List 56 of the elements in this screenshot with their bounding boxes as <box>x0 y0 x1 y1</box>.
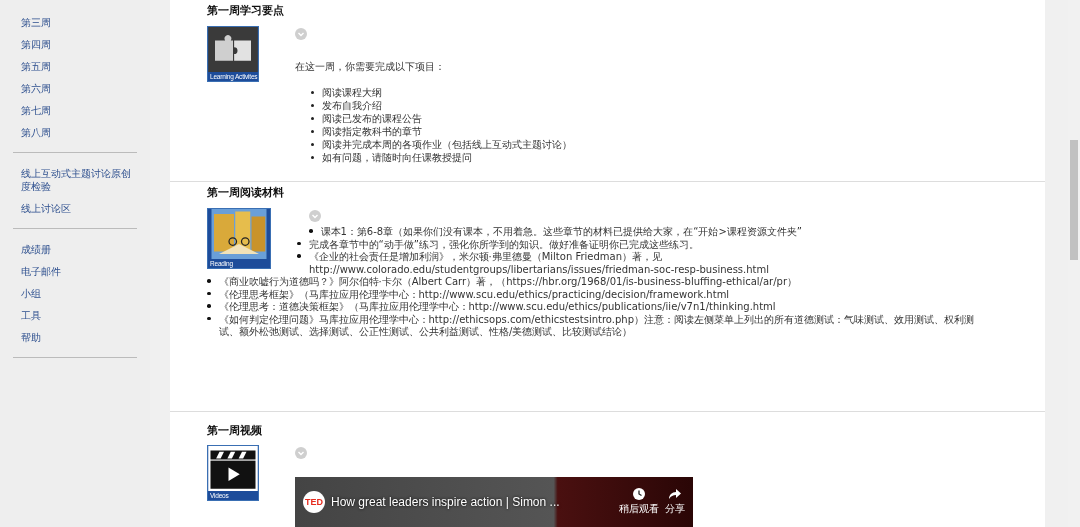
video-title: How great leaders inspire action | Simon ... <box>331 495 561 509</box>
sidebar-link[interactable]: 第七周 <box>21 100 137 122</box>
list-item-text: 课本1：第6-8章（如果你们没有课本，不用着急。这些章节的材料已提供给大家，在“开始>课程资源文件夹” <box>320 226 802 237</box>
sidebar-link[interactable]: 帮助 <box>21 327 137 349</box>
bullet-icon <box>311 142 314 146</box>
section-title: 第一周学习要点 <box>207 4 285 18</box>
bullet-icon <box>297 254 301 258</box>
list-item-text: 《伦理思考：道德决策框架》（马库拉应用伦理学中心：http://www.scu.edu/ethics/publications/iie/v7n1/thinking.html <box>218 301 776 312</box>
list-item-text: 《商业吹嘘行为道德吗？》阿尔伯特·卡尔（Albert Carr）著，（https://hbr.org/1968/01/is-business-bluffing-ethical/ar/pr） <box>218 276 797 287</box>
share-arrow-icon <box>669 488 681 500</box>
bullet-icon <box>311 155 314 159</box>
chevron-down-icon[interactable] <box>309 210 321 222</box>
bullet-icon <box>207 291 211 296</box>
bullet-icon <box>311 129 314 133</box>
scrollbar-thumb[interactable] <box>1070 140 1078 260</box>
sidebar-link[interactable]: 第八周 <box>21 122 137 144</box>
sidebar-link[interactable]: 小组 <box>21 283 137 305</box>
bullet-icon <box>311 116 314 120</box>
list-item-text: 阅读已发布的课程公告 <box>322 111 422 125</box>
bullet-icon <box>207 304 211 308</box>
list-item-text: 《伦理思考框架》（马库拉应用伦理学中心：http://www.scu.edu/ethics/practicing/decision/framework.html <box>218 288 730 300</box>
list-item-text: 如有问题，请随时向任课教授提问 <box>322 150 472 164</box>
list-item-text: 阅读课程大纲 <box>322 85 382 99</box>
list-item-text: 阅读指定教科书的章节 <box>322 124 422 138</box>
bullet-icon <box>297 241 301 246</box>
sidebar-link[interactable]: 第六周 <box>21 78 137 100</box>
watch-later-button[interactable]: 稍后观看 <box>619 488 659 516</box>
section-title: 第一周视频 <box>207 423 263 438</box>
list-item-text: 发布自我介绍 <box>322 98 382 112</box>
chevron-down-icon[interactable] <box>295 28 307 41</box>
clapperboard-icon <box>208 446 258 491</box>
share-button[interactable]: 分享 <box>665 488 685 516</box>
bullet-icon <box>207 316 211 321</box>
channel-logo: TED <box>303 491 325 513</box>
chevron-down-icon[interactable] <box>295 447 307 459</box>
clock-icon <box>633 488 645 500</box>
sidebar-link[interactable]: 第四周 <box>21 34 137 56</box>
list-item-text: 《如何判定伦理问题》马库拉应用伦理学中心：http://ethicsops.com/ethicstestsintro.php）注意：阅读左侧菜单上列出的所有道德测试：气味测试、效用测试、权利测试、额外松弛测试、选择测试、公正性测试、公共利益测试、性格/美德测试、比较测试结论） <box>218 313 974 337</box>
list-item-text: 阅读并完成本周的各项作业（包括线上互动式主题讨论） <box>322 137 572 151</box>
bullet-icon <box>311 90 314 94</box>
list-item-text: 完成各章节中的“动手做”练习，强化你所学到的知识。做好准备证明你已完成这些练习。 <box>308 238 699 250</box>
sidebar-link[interactable]: 第三周 <box>21 12 137 34</box>
video-player[interactable]: TED How great leaders inspire action | Simon ... 稍后观看 分享 <box>295 477 693 527</box>
sidebar-link[interactable]: 线上讨论区 <box>21 198 137 220</box>
bullet-icon <box>309 229 313 233</box>
intro-text: 在这一周，你需要完成以下项目： <box>295 59 446 74</box>
section-title: 第一周阅读材料 <box>207 186 285 200</box>
sidebar-link[interactable]: 第五周 <box>21 56 137 78</box>
sidebar-link[interactable]: 线上互动式主题讨论原创度检验 <box>21 163 137 198</box>
bullet-icon <box>207 279 211 283</box>
bullet-icon <box>311 103 314 107</box>
sidebar-link[interactable]: 成绩册 <box>21 239 137 261</box>
sidebar-link[interactable]: 电子邮件 <box>21 261 137 283</box>
puzzle-icon <box>208 27 258 73</box>
list-item-text: 《企业的社会责任是增加利润》，米尔顿·弗里德曼（Milton Friedman）著，见http://www.colorado.edu/studentgroups/libertarians/issues/friedman-soc-resp-business.html <box>308 251 770 275</box>
sidebar-link[interactable]: 工具 <box>21 305 137 327</box>
